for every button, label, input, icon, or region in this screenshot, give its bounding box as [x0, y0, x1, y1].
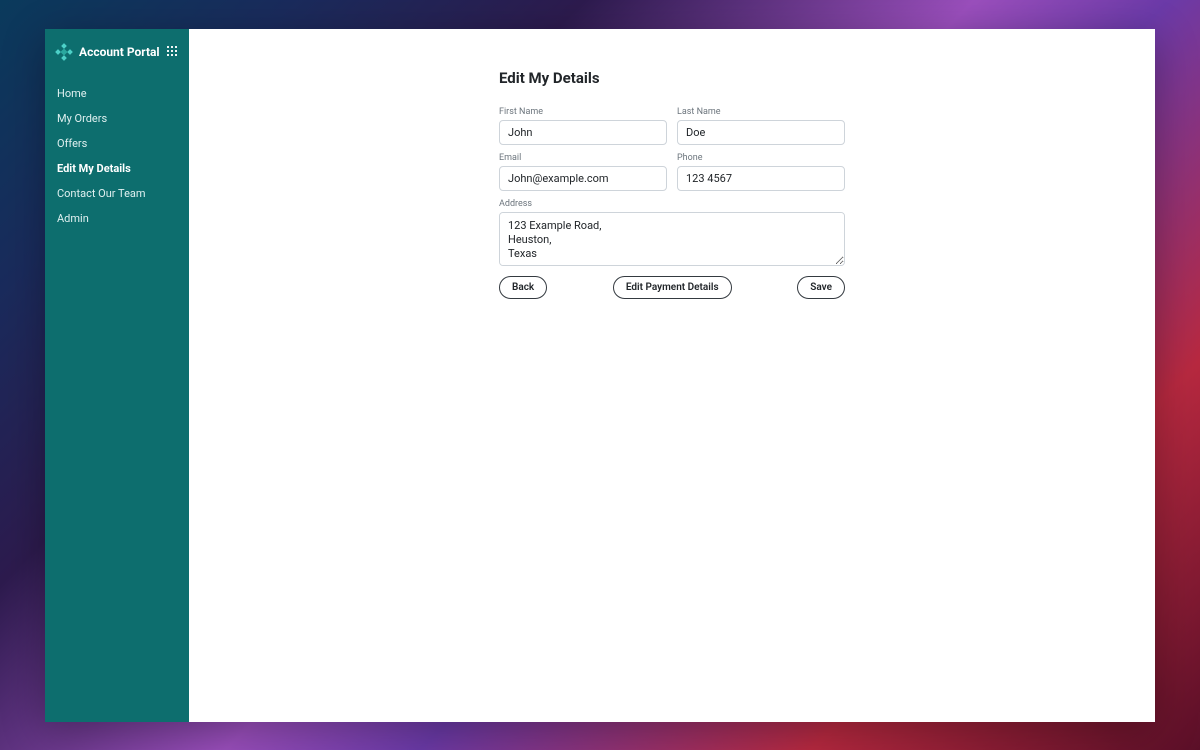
- last-name-label: Last Name: [677, 107, 845, 117]
- back-button[interactable]: Back: [499, 276, 547, 299]
- first-name-label: First Name: [499, 107, 667, 117]
- form-group-email: Email: [499, 153, 667, 191]
- email-field[interactable]: [499, 166, 667, 191]
- phone-field[interactable]: [677, 166, 845, 191]
- page-title: Edit My Details: [499, 69, 845, 87]
- sidebar-item-my-orders[interactable]: My Orders: [45, 106, 189, 131]
- sidebar-header: Account Portal: [45, 29, 189, 75]
- email-label: Email: [499, 153, 667, 163]
- sidebar-item-contact-our-team[interactable]: Contact Our Team: [45, 181, 189, 206]
- button-row: Back Edit Payment Details Save: [499, 276, 845, 299]
- sidebar: Account Portal Home My Orders Offers Edi…: [45, 29, 189, 722]
- sidebar-item-admin[interactable]: Admin: [45, 206, 189, 231]
- main-content: Edit My Details First Name Last Name Ema…: [189, 29, 1155, 722]
- sidebar-title: Account Portal: [79, 45, 161, 59]
- form-row-name: First Name Last Name: [499, 107, 845, 145]
- edit-details-form: Edit My Details First Name Last Name Ema…: [499, 69, 845, 682]
- sidebar-nav: Home My Orders Offers Edit My Details Co…: [45, 75, 189, 231]
- sidebar-item-offers[interactable]: Offers: [45, 131, 189, 156]
- address-field[interactable]: [499, 212, 845, 266]
- form-row-address: Address: [499, 199, 845, 266]
- sidebar-item-home[interactable]: Home: [45, 81, 189, 106]
- address-label: Address: [499, 199, 845, 209]
- form-group-last-name: Last Name: [677, 107, 845, 145]
- form-group-address: Address: [499, 199, 845, 266]
- apps-grid-icon[interactable]: [167, 46, 179, 58]
- edit-payment-details-button[interactable]: Edit Payment Details: [613, 276, 732, 299]
- last-name-field[interactable]: [677, 120, 845, 145]
- form-group-first-name: First Name: [499, 107, 667, 145]
- first-name-field[interactable]: [499, 120, 667, 145]
- sidebar-item-edit-my-details[interactable]: Edit My Details: [45, 156, 189, 181]
- phone-label: Phone: [677, 153, 845, 163]
- form-row-contact: Email Phone: [499, 153, 845, 191]
- form-group-phone: Phone: [677, 153, 845, 191]
- logo-icon: [55, 43, 73, 61]
- save-button[interactable]: Save: [797, 276, 845, 299]
- app-window: Account Portal Home My Orders Offers Edi…: [45, 29, 1155, 722]
